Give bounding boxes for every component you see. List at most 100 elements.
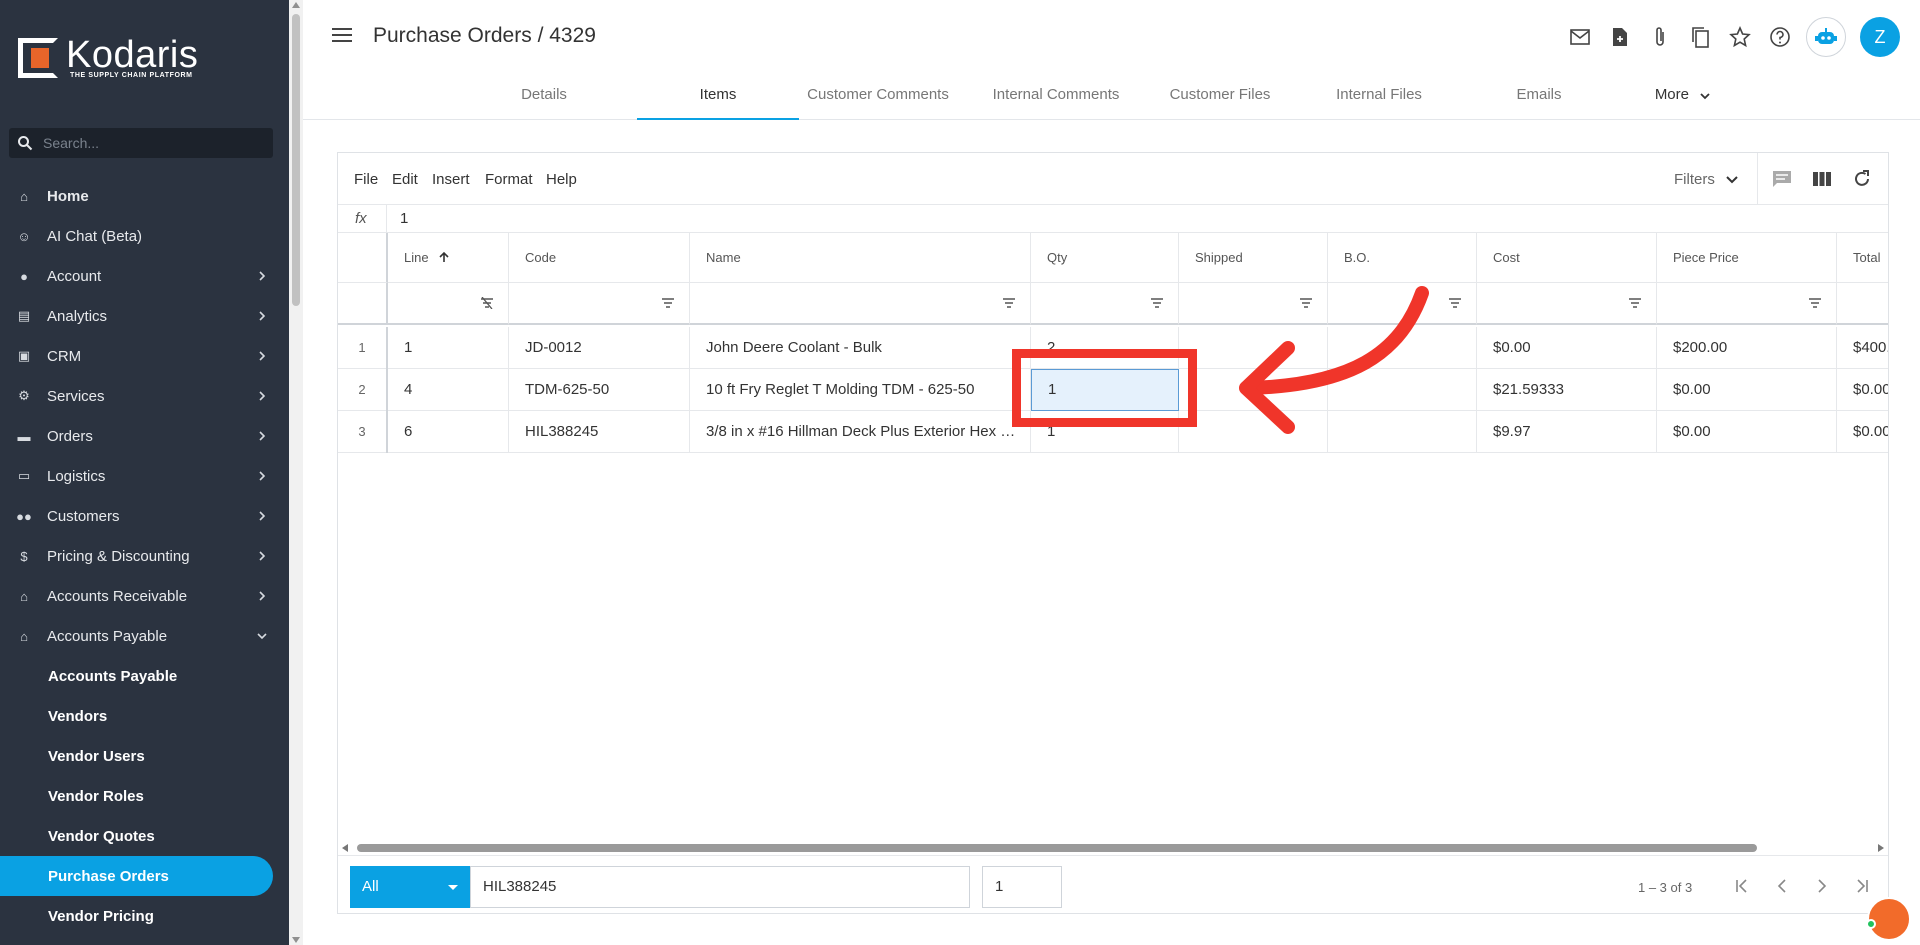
menu-insert[interactable]: Insert — [432, 171, 470, 188]
cell-line[interactable]: 1 — [388, 327, 509, 369]
sidebar-item-accounts-receivable[interactable]: ⌂ Accounts Receivable — [0, 576, 289, 616]
filter-icon[interactable] — [1150, 297, 1164, 309]
sidebar-item-orders[interactable]: ▬ Orders — [0, 416, 289, 456]
sidebar-item-crm[interactable]: ▣ CRM — [0, 336, 289, 376]
scope-select[interactable]: All — [350, 866, 470, 908]
email-icon[interactable] — [1568, 25, 1592, 49]
clear-filter-icon[interactable] — [480, 297, 494, 309]
help-icon[interactable] — [1768, 25, 1792, 49]
column-header-code[interactable]: Code — [509, 233, 690, 283]
sidebar-item-home[interactable]: ⌂ Home — [0, 176, 289, 216]
cell-total[interactable]: $400.00 — [1837, 327, 1888, 369]
tab-internal-files[interactable]: Internal Files — [1298, 78, 1460, 120]
cell-code[interactable]: JD-0012 — [509, 327, 690, 369]
tab-customer-comments[interactable]: Customer Comments — [797, 78, 959, 120]
copy-icon[interactable] — [1688, 25, 1712, 49]
sidebar-item-analytics[interactable]: ▤ Analytics — [0, 296, 289, 336]
filter-cell-qty[interactable] — [1031, 283, 1179, 325]
tab-internal-comments[interactable]: Internal Comments — [975, 78, 1137, 120]
column-header-bo[interactable]: B.O. — [1328, 233, 1477, 283]
ai-assistant-robot-icon[interactable] — [1806, 17, 1846, 57]
sidebar-item-services[interactable]: ⚙ Services — [0, 376, 289, 416]
cell-cost[interactable]: $9.97 — [1477, 411, 1657, 453]
sidebar-subitem-vendor-users[interactable]: Vendor Users — [0, 736, 289, 776]
sidebar-subitem-vendor-roles[interactable]: Vendor Roles — [0, 776, 289, 816]
column-header-line[interactable]: Line — [388, 233, 509, 283]
scroll-right-arrow-icon[interactable] — [1878, 844, 1884, 852]
item-search-input[interactable]: HIL388245 — [470, 866, 970, 908]
last-page-icon[interactable] — [1850, 874, 1874, 898]
cell-code[interactable]: TDM-625-50 — [509, 369, 690, 411]
star-icon[interactable] — [1728, 25, 1752, 49]
first-page-icon[interactable] — [1730, 874, 1754, 898]
cell-name[interactable]: 3/8 in x #16 Hillman Deck Plus Exterior … — [690, 411, 1031, 453]
tab-details[interactable]: Details — [463, 78, 625, 120]
filter-icon[interactable] — [1002, 297, 1016, 309]
add-document-icon[interactable] — [1608, 25, 1632, 49]
cell-total[interactable]: $0.00 — [1837, 369, 1888, 411]
filter-icon[interactable] — [661, 297, 675, 309]
kodaris-logo[interactable]: Kodaris THE SUPPLY CHAIN PLATFORM — [18, 36, 198, 79]
sidebar-subitem-purchase-orders[interactable]: Purchase Orders — [0, 856, 273, 896]
hamburger-menu-icon[interactable] — [332, 28, 352, 44]
sidebar-item-accounts-payable[interactable]: ⌂ Accounts Payable — [0, 616, 289, 656]
attachment-icon[interactable] — [1648, 25, 1672, 49]
filter-cell-name[interactable] — [690, 283, 1031, 325]
cell-piece-price[interactable]: $0.00 — [1657, 411, 1837, 453]
scrollbar-thumb[interactable] — [292, 14, 300, 306]
formula-input[interactable]: 1 — [400, 210, 408, 227]
menu-format[interactable]: Format — [485, 171, 533, 188]
filter-cell-line[interactable] — [388, 283, 509, 325]
tab-emails[interactable]: Emails — [1458, 78, 1620, 120]
scroll-left-arrow-icon[interactable] — [342, 844, 348, 852]
quantity-input[interactable]: 1 — [982, 866, 1062, 908]
filter-cell-piece-price[interactable] — [1657, 283, 1837, 325]
cell-cost[interactable]: $21.59333 — [1477, 369, 1657, 411]
sidebar-subitem-accounts-payable[interactable]: Accounts Payable — [0, 656, 289, 696]
column-header-qty[interactable]: Qty — [1031, 233, 1179, 283]
tab-more[interactable]: More — [1633, 78, 1733, 120]
column-header-total[interactable]: Total — [1837, 233, 1888, 283]
cell-name[interactable]: 10 ft Fry Reglet T Molding TDM - 625-50 — [690, 369, 1031, 411]
sidebar-item-ai-chat[interactable]: ☺ AI Chat (Beta) — [0, 216, 289, 256]
scroll-down-arrow-icon[interactable] — [292, 937, 300, 943]
cell-piece-price[interactable]: $200.00 — [1657, 327, 1837, 369]
sidebar-item-pricing[interactable]: $ Pricing & Discounting — [0, 536, 289, 576]
sidebar-item-account[interactable]: ● Account — [0, 256, 289, 296]
sidebar-item-customers[interactable]: ●● Customers — [0, 496, 289, 536]
scrollbar-thumb[interactable] — [357, 844, 1757, 852]
sidebar-subitem-vendors[interactable]: Vendors — [0, 696, 289, 736]
menu-file[interactable]: File — [354, 171, 378, 188]
cell-code[interactable]: HIL388245 — [509, 411, 690, 453]
comment-icon[interactable] — [1770, 167, 1794, 191]
refresh-icon[interactable] — [1850, 167, 1874, 191]
user-avatar[interactable]: Z — [1860, 17, 1900, 57]
column-header-name[interactable]: Name — [690, 233, 1031, 283]
cell-total[interactable]: $0.00 — [1837, 411, 1888, 453]
filter-icon[interactable] — [1808, 297, 1822, 309]
columns-icon[interactable] — [1810, 167, 1834, 191]
filter-icon[interactable] — [1628, 297, 1642, 309]
filter-cell-total[interactable] — [1837, 283, 1888, 325]
sidebar-search-input[interactable]: Search... — [9, 128, 273, 158]
sidebar-subitem-vendor-pricing[interactable]: Vendor Pricing — [0, 896, 289, 936]
next-page-icon[interactable] — [1810, 874, 1834, 898]
menu-help[interactable]: Help — [546, 171, 577, 188]
cell-line[interactable]: 4 — [388, 369, 509, 411]
column-header-cost[interactable]: Cost — [1477, 233, 1657, 283]
column-header-shipped[interactable]: Shipped — [1179, 233, 1328, 283]
cell-cost[interactable]: $0.00 — [1477, 327, 1657, 369]
previous-page-icon[interactable] — [1770, 874, 1794, 898]
filter-icon[interactable] — [1448, 297, 1462, 309]
sidebar-scrollbar[interactable] — [289, 0, 303, 945]
grid-horizontal-scrollbar[interactable] — [338, 841, 1888, 855]
cell-name[interactable]: John Deere Coolant - Bulk — [690, 327, 1031, 369]
cell-piece-price[interactable]: $0.00 — [1657, 369, 1837, 411]
filters-dropdown[interactable]: Filters — [1674, 171, 1739, 188]
column-header-piece-price[interactable]: Piece Price — [1657, 233, 1837, 283]
filter-cell-code[interactable] — [509, 283, 690, 325]
filter-cell-cost[interactable] — [1477, 283, 1657, 325]
tab-customer-files[interactable]: Customer Files — [1139, 78, 1301, 120]
tab-items[interactable]: Items — [637, 78, 799, 120]
sidebar-subitem-vendor-quotes[interactable]: Vendor Quotes — [0, 816, 289, 856]
